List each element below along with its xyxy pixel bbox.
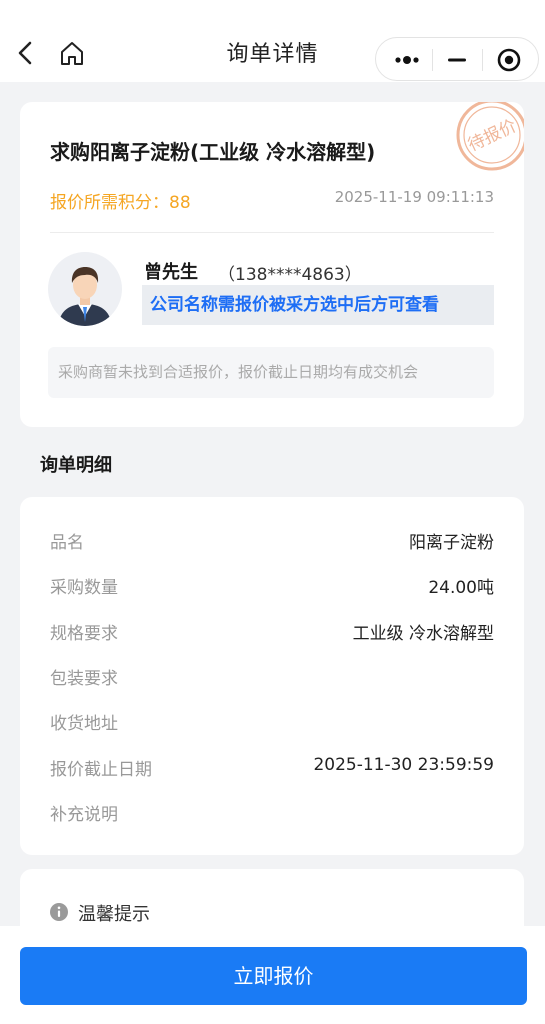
- detail-label: 收货地址: [50, 714, 118, 734]
- detail-value: 2025-11-30 23:59:59: [313, 755, 494, 775]
- capsule-divider: [482, 49, 483, 71]
- company-name-hidden-notice: 公司名称需报价被采方选中后方可查看: [142, 285, 494, 325]
- contact-phone: （138****4863）: [218, 265, 362, 285]
- tips-title: 温馨提示: [78, 904, 150, 925]
- more-dots-icon[interactable]: [393, 52, 423, 68]
- capsule-divider: [432, 49, 433, 71]
- detail-value: 24.00吨: [428, 578, 494, 598]
- divider: [50, 232, 494, 233]
- section-title-details: 询单明细: [40, 455, 112, 476]
- detail-row-spec: 规格要求 工业级 冷水溶解型: [50, 619, 494, 644]
- publish-time: 2025-11-19 09:11:13: [334, 188, 494, 206]
- detail-value: 阳离子淀粉: [409, 533, 494, 553]
- detail-label: 补充说明: [50, 805, 118, 825]
- minimize-icon[interactable]: [446, 52, 468, 68]
- detail-row-remarks: 补充说明: [50, 800, 494, 825]
- detail-label: 品名: [50, 533, 84, 553]
- detail-label: 采购数量: [50, 578, 118, 598]
- detail-value: 工业级 冷水溶解型: [352, 624, 494, 644]
- required-points: 报价所需积分：88: [50, 188, 191, 213]
- avatar: [48, 252, 122, 326]
- stamp-text: 待报价: [465, 116, 520, 156]
- detail-row-packaging: 包装要求: [50, 664, 494, 689]
- points-value: 88: [169, 193, 191, 213]
- pending-quote-stamp: 待报价: [456, 102, 524, 171]
- quote-now-button[interactable]: 立即报价: [20, 947, 527, 1005]
- bottom-action-bar: 立即报价: [0, 926, 545, 1024]
- detail-label: 包装要求: [50, 669, 118, 689]
- detail-label: 报价截止日期: [50, 760, 152, 780]
- points-label: 报价所需积分：: [50, 193, 169, 213]
- detail-row-product-name: 品名 阳离子淀粉: [50, 528, 494, 553]
- detail-row-quantity: 采购数量 24.00吨: [50, 573, 494, 598]
- top-nav-bar: 询单详情: [0, 0, 545, 82]
- inquiry-details-card: 品名 阳离子淀粉 采购数量 24.00吨 规格要求 工业级 冷水溶解型 包装要求…: [20, 497, 524, 855]
- close-target-icon[interactable]: [496, 47, 522, 73]
- detail-label: 规格要求: [50, 624, 118, 644]
- info-icon: [50, 903, 68, 921]
- detail-row-address: 收货地址: [50, 709, 494, 734]
- inquiry-summary-card: 待报价 求购阳离子淀粉(工业级 冷水溶解型) 报价所需积分：88 2025-11…: [20, 102, 524, 427]
- opportunity-notice: 采购商暂未找到合适报价，报价截止日期均有成交机会: [48, 347, 494, 398]
- detail-row-deadline: 报价截止日期 2025-11-30 23:59:59: [50, 755, 494, 780]
- mini-program-capsule: [375, 37, 539, 81]
- inquiry-title: 求购阳离子淀粉(工业级 冷水溶解型): [50, 140, 376, 164]
- contact-name: 曾先生: [144, 262, 198, 283]
